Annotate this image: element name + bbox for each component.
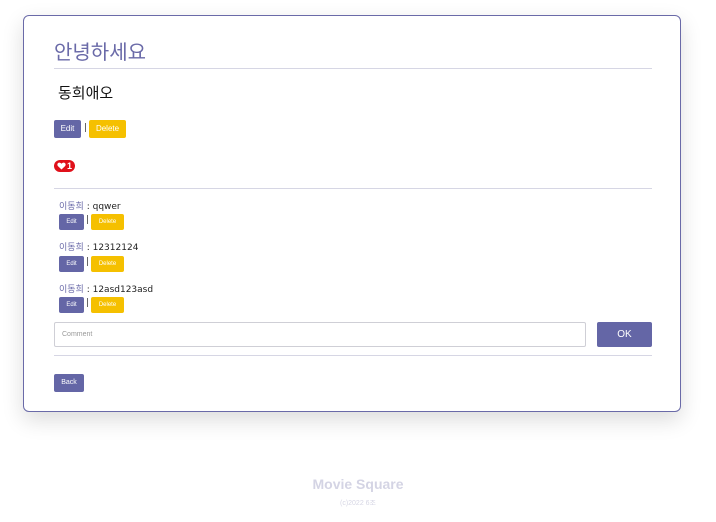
comment-item: 이동희 : 12312124 xyxy=(59,240,138,253)
comment-text: 12asd123asd xyxy=(92,285,154,295)
button-separator: | xyxy=(86,257,90,267)
button-separator: | xyxy=(84,123,88,133)
divider xyxy=(54,68,652,69)
back-button[interactable]: Back xyxy=(54,374,84,392)
comment-delete-button[interactable]: Delete xyxy=(91,214,124,230)
like-badge[interactable]: 1 xyxy=(54,160,76,172)
submit-comment-button[interactable]: OK xyxy=(597,322,652,347)
comment-item: 이동희 : 12asd123asd xyxy=(59,282,153,295)
heart-icon xyxy=(57,162,66,170)
comment-author: 이동희 xyxy=(59,243,84,253)
post-edit-button[interactable]: Edit xyxy=(54,120,81,138)
post-content: 동희애오 xyxy=(58,84,114,102)
comment-item: 이동희 : qqwer xyxy=(59,199,121,212)
comment-delete-button[interactable]: Delete xyxy=(91,297,124,313)
comment-text: 12312124 xyxy=(92,243,139,253)
comment-author: 이동희 xyxy=(59,285,84,295)
comment-separator: : xyxy=(83,202,93,212)
button-separator: | xyxy=(86,298,90,308)
comment-input[interactable] xyxy=(54,322,586,347)
button-separator: | xyxy=(86,215,90,225)
comment-author: 이동희 xyxy=(59,202,84,212)
footer-brand: Movie Square xyxy=(312,476,404,492)
comment-edit-button[interactable]: Edit xyxy=(59,297,84,313)
comment-text: qqwer xyxy=(92,202,121,212)
footer-copyright: (c)2022 6조 xyxy=(339,500,376,507)
post-card: 안녕하세요 동희애오 Edit | Delete 1 이동희 : qqwer E… xyxy=(23,15,681,412)
post-title: 안녕하세요 xyxy=(54,40,146,64)
comment-edit-button[interactable]: Edit xyxy=(59,256,84,272)
comment-edit-button[interactable]: Edit xyxy=(59,214,84,230)
post-delete-button[interactable]: Delete xyxy=(89,120,126,138)
like-count: 1 xyxy=(67,161,73,171)
divider xyxy=(54,188,652,189)
comment-delete-button[interactable]: Delete xyxy=(91,256,124,272)
comment-separator: : xyxy=(83,285,93,295)
divider xyxy=(54,355,652,356)
comment-separator: : xyxy=(83,243,93,253)
